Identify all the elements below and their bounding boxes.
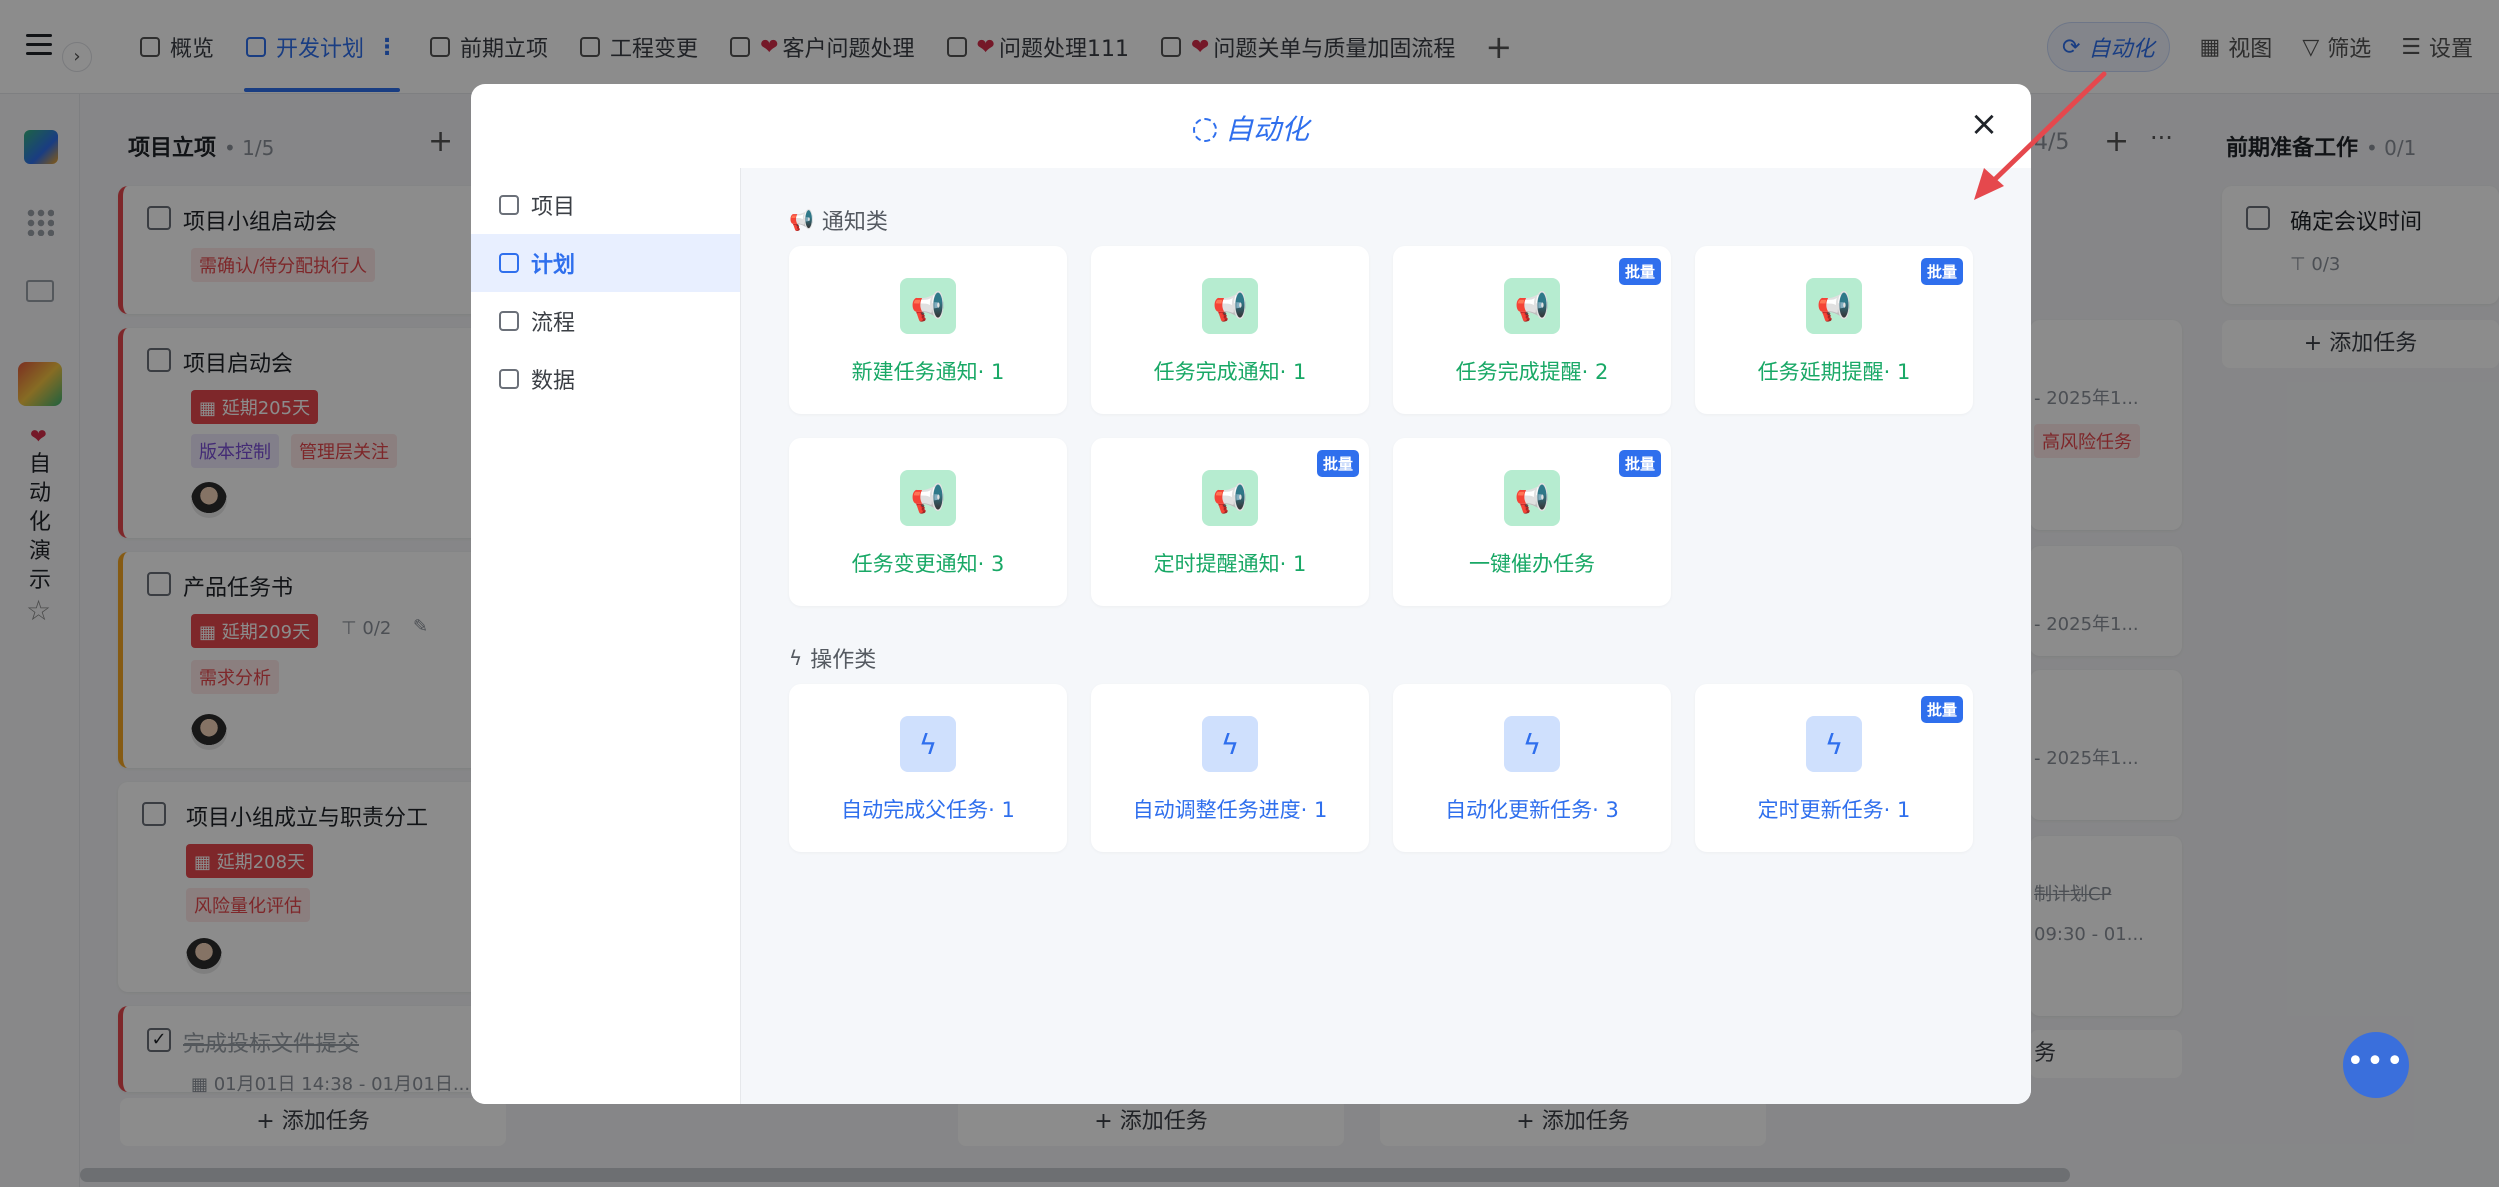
megaphone-icon: 📢 [900, 278, 956, 334]
automation-card-scheduled-update[interactable]: 批量 ϟ 定时更新任务· 1 [1695, 684, 1973, 852]
megaphone-icon: 📢 [1202, 278, 1258, 334]
board-icon [499, 253, 519, 273]
section-title-notify: 📢 通知类 [789, 208, 888, 235]
batch-badge: 批量 [1618, 450, 1661, 477]
batch-badge: 批量 [1920, 696, 1963, 723]
megaphone-icon: 📢 [1504, 278, 1560, 334]
lightning-icon: ϟ [1202, 716, 1258, 772]
doc-icon [499, 369, 519, 389]
batch-badge: 批量 [1316, 450, 1359, 477]
automation-card-auto-adjust-progress[interactable]: ϟ 自动调整任务进度· 1 [1091, 684, 1369, 852]
automation-content: 📢 通知类 📢 新建任务通知· 1 📢 任务完成通知· 1 批量 📢 任务完成提醒… [741, 168, 2031, 1104]
megaphone-icon: 📢 [789, 208, 814, 232]
megaphone-icon: 📢 [1504, 470, 1560, 526]
dialog-header: 自动化 × [471, 84, 2031, 168]
dialog-title: 自动化 [471, 108, 2031, 148]
nav-item-data[interactable]: 数据 [471, 350, 740, 408]
automation-card-auto-update-task[interactable]: ϟ 自动化更新任务· 3 [1393, 684, 1671, 852]
lightning-icon: ϟ [1504, 716, 1560, 772]
more-actions-fab[interactable]: ••• [2343, 1032, 2409, 1098]
automation-card-new-task-notify[interactable]: 📢 新建任务通知· 1 [789, 246, 1067, 414]
nav-item-project[interactable]: 项目 [471, 176, 740, 234]
flow-icon [499, 311, 519, 331]
nav-item-plan[interactable]: 计划 [471, 234, 740, 292]
automation-card-task-complete-notify[interactable]: 📢 任务完成通知· 1 [1091, 246, 1369, 414]
megaphone-icon: 📢 [900, 470, 956, 526]
automation-card-one-click-urge[interactable]: 批量 📢 一键催办任务 [1393, 438, 1671, 606]
automation-card-auto-complete-parent[interactable]: ϟ 自动完成父任务· 1 [789, 684, 1067, 852]
annotation-arrow-icon [1974, 71, 2107, 200]
megaphone-icon: 📢 [1202, 470, 1258, 526]
lightning-icon: ϟ [1806, 716, 1862, 772]
megaphone-icon: 📢 [1806, 278, 1862, 334]
automation-category-nav: 项目 计划 流程 数据 [471, 168, 741, 1104]
automation-dialog: 自动化 × 项目 计划 流程 数据 📢 通知类 📢 新建任务通知· 1 📢 任务完… [471, 84, 2031, 1104]
batch-badge: 批量 [1920, 258, 1963, 285]
lightning-icon: ϟ [789, 646, 803, 670]
automation-icon [1192, 118, 1217, 142]
lightning-icon: ϟ [900, 716, 956, 772]
automation-card-task-delay-remind[interactable]: 批量 📢 任务延期提醒· 1 [1695, 246, 1973, 414]
automation-card-scheduled-remind[interactable]: 批量 📢 定时提醒通知· 1 [1091, 438, 1369, 606]
cube-icon [499, 195, 519, 215]
automation-card-task-complete-remind[interactable]: 批量 📢 任务完成提醒· 2 [1393, 246, 1671, 414]
section-title-operation: ϟ 操作类 [789, 646, 877, 673]
batch-badge: 批量 [1618, 258, 1661, 285]
automation-card-task-change-notify[interactable]: 📢 任务变更通知· 3 [789, 438, 1067, 606]
nav-item-flow[interactable]: 流程 [471, 292, 740, 350]
